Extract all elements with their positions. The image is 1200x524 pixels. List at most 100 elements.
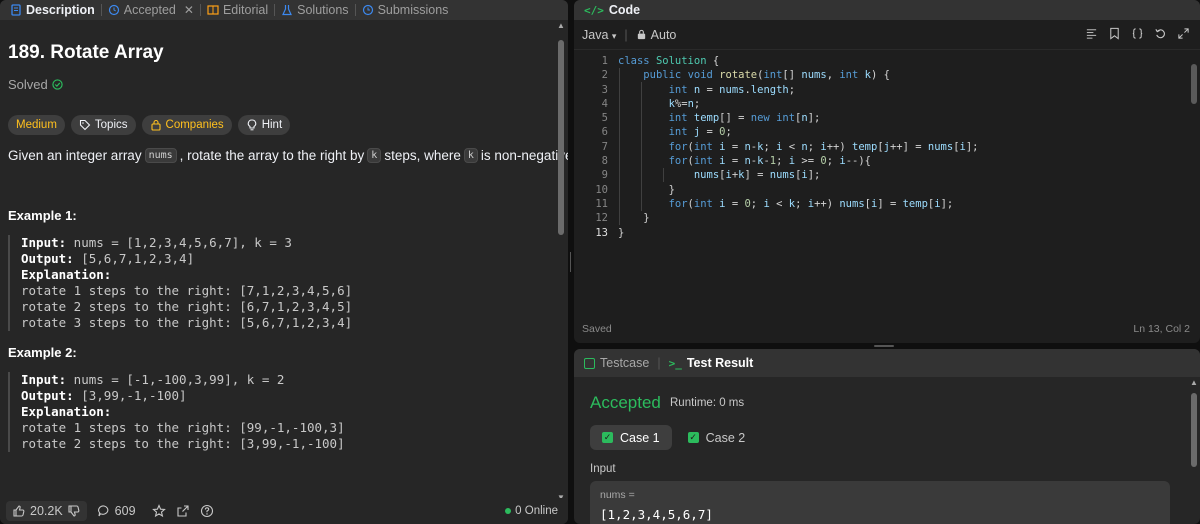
description-panel: Description Accepted ✕ Editorial Solutio… [0,0,568,524]
difficulty-label: Medium [16,119,57,131]
tab-accepted[interactable]: Accepted ✕ [102,3,200,17]
code-line: 5 int temp[] = new int[n]; [574,111,1200,125]
indent-guide [663,168,664,182]
editor-scrollbar[interactable] [1190,56,1198,316]
save-status: Saved [582,323,612,335]
solved-label: Solved [8,77,48,92]
code-line: 13} [574,226,1200,240]
scrollbar-thumb[interactable] [1191,64,1197,104]
inline-code: nums [144,148,177,163]
tab-submissions[interactable]: Submissions [356,3,455,17]
tab-testcase[interactable]: Testcase [584,356,649,370]
document-icon [11,4,21,16]
description-tabbar: Description Accepted ✕ Editorial Solutio… [0,0,568,20]
line-number: 5 [601,112,608,125]
inline-code: k [463,148,478,163]
explanation-line: rotate 1 steps to the right: [7,1,2,3,4,… [21,283,353,298]
tab-solutions[interactable]: Solutions [275,3,354,17]
hint-button[interactable]: Hint [237,115,291,135]
input-label: Input: [21,235,67,250]
input-value: nums = [1,2,3,4,5,6,7], k = 3 [66,235,292,250]
test-panel-header: Testcase | >_ Test Result [574,349,1200,377]
bookmark-icon[interactable] [1108,27,1121,40]
companies-label: Companies [165,119,224,131]
checkbox-icon [584,357,595,369]
example-1-title: Example 1: [8,208,77,223]
comment-icon [97,505,109,517]
line-number: 7 [601,140,608,153]
problem-tags: Medium Topics Companies Hint [8,115,291,135]
code-line: 11 for(int i = 0; i < k; i++) nums[i] = … [574,197,1200,211]
companies-button[interactable]: Companies [141,115,232,135]
history-icon [108,4,119,16]
thumbs-down-icon[interactable] [67,504,81,518]
code-line: 12 } [574,211,1200,225]
scrollbar-thumb[interactable] [1191,393,1197,467]
case-tabs: ✓ Case 1 ✓ Case 2 [590,425,757,450]
tab-submissions-label: Submissions [377,3,449,17]
language-selector[interactable]: Java ▾ [582,28,616,42]
help-icon[interactable] [200,504,214,518]
tab-test-result[interactable]: >_ Test Result [669,356,754,370]
tab-description[interactable]: Description [4,3,101,17]
like-count: 20.2K [30,504,63,518]
tab-editorial[interactable]: Editorial [201,3,274,17]
code-brackets-icon: </> [584,3,604,17]
line-number: 4 [601,97,608,110]
code-editor[interactable]: 1 class Solution { 2 public void rotate(i… [574,54,1200,240]
close-icon[interactable]: ✕ [184,3,194,17]
braces-icon[interactable] [1131,27,1144,40]
explanation-line: rotate 2 steps to the right: [3,99,-1,-1… [21,436,345,451]
tab-description-label: Description [26,3,95,17]
format-lines-icon[interactable] [1085,27,1098,40]
share-icon[interactable] [176,504,190,518]
output-value: [5,6,7,1,2,3,4] [73,251,195,266]
comments-button[interactable]: 609 [97,504,136,518]
line-number: 3 [601,83,608,96]
inline-code: k [367,148,382,163]
code-line: 6 int j = 0; [574,125,1200,139]
horizontal-resize-handle[interactable] [874,345,894,347]
line-number: 2 [601,69,608,82]
input-variable-name: nums = [600,489,635,501]
thumbs-up-icon[interactable] [12,504,26,518]
line-number: 12 [595,212,608,225]
chevron-down-icon: ▾ [611,30,617,41]
code-line: 3 int n = nums.length; [574,83,1200,97]
editor-toolbar: Java ▾ | Auto [574,20,1200,50]
auto-mode-label: Auto [650,27,677,42]
input-section-label: Input [590,463,616,475]
description-footer: 20.2K 609 0 Online [0,498,568,524]
scroll-up-arrow-icon[interactable]: ▲ [1190,379,1198,387]
reset-icon[interactable] [1154,27,1167,40]
flask-icon [282,5,293,16]
solved-status: Solved [8,77,63,92]
topics-label: Topics [94,119,128,131]
tab-divider: | [657,356,661,370]
explanation-line: rotate 3 steps to the right: [5,6,7,1,2,… [21,315,353,330]
auto-mode-toggle[interactable]: Auto [636,27,677,42]
case-2-tab[interactable]: ✓ Case 2 [676,425,758,450]
tab-testcase-label: Testcase [600,356,650,370]
problem-title[interactable]: 189. Rotate Array [8,42,164,64]
case-2-label: Case 2 [705,430,746,445]
runtime-value: Runtime: 0 ms [670,397,745,409]
indent-guide [619,68,620,225]
description-text: is non-negative. [480,148,568,163]
online-dot-icon [505,508,512,514]
scroll-up-arrow-icon[interactable]: ▲ [557,22,565,30]
output-label: Output: [21,251,74,266]
code-panel-title: Code [608,3,641,17]
scrollbar-thumb[interactable] [558,40,564,235]
star-icon[interactable] [151,504,166,518]
fullscreen-icon[interactable] [1177,27,1190,40]
case-1-tab[interactable]: ✓ Case 1 [590,425,672,450]
result-scrollbar[interactable]: ▲ [1190,379,1198,524]
line-number: 9 [601,169,608,182]
example-2-title: Example 2: [8,345,77,360]
input-value-box: nums = [1,2,3,4,5,6,7] [590,481,1170,524]
topics-button[interactable]: Topics [70,115,136,135]
description-scrollbar[interactable]: ▲ ▼ [557,22,565,502]
lock-icon [150,119,161,131]
input-label: Input: [21,372,67,387]
